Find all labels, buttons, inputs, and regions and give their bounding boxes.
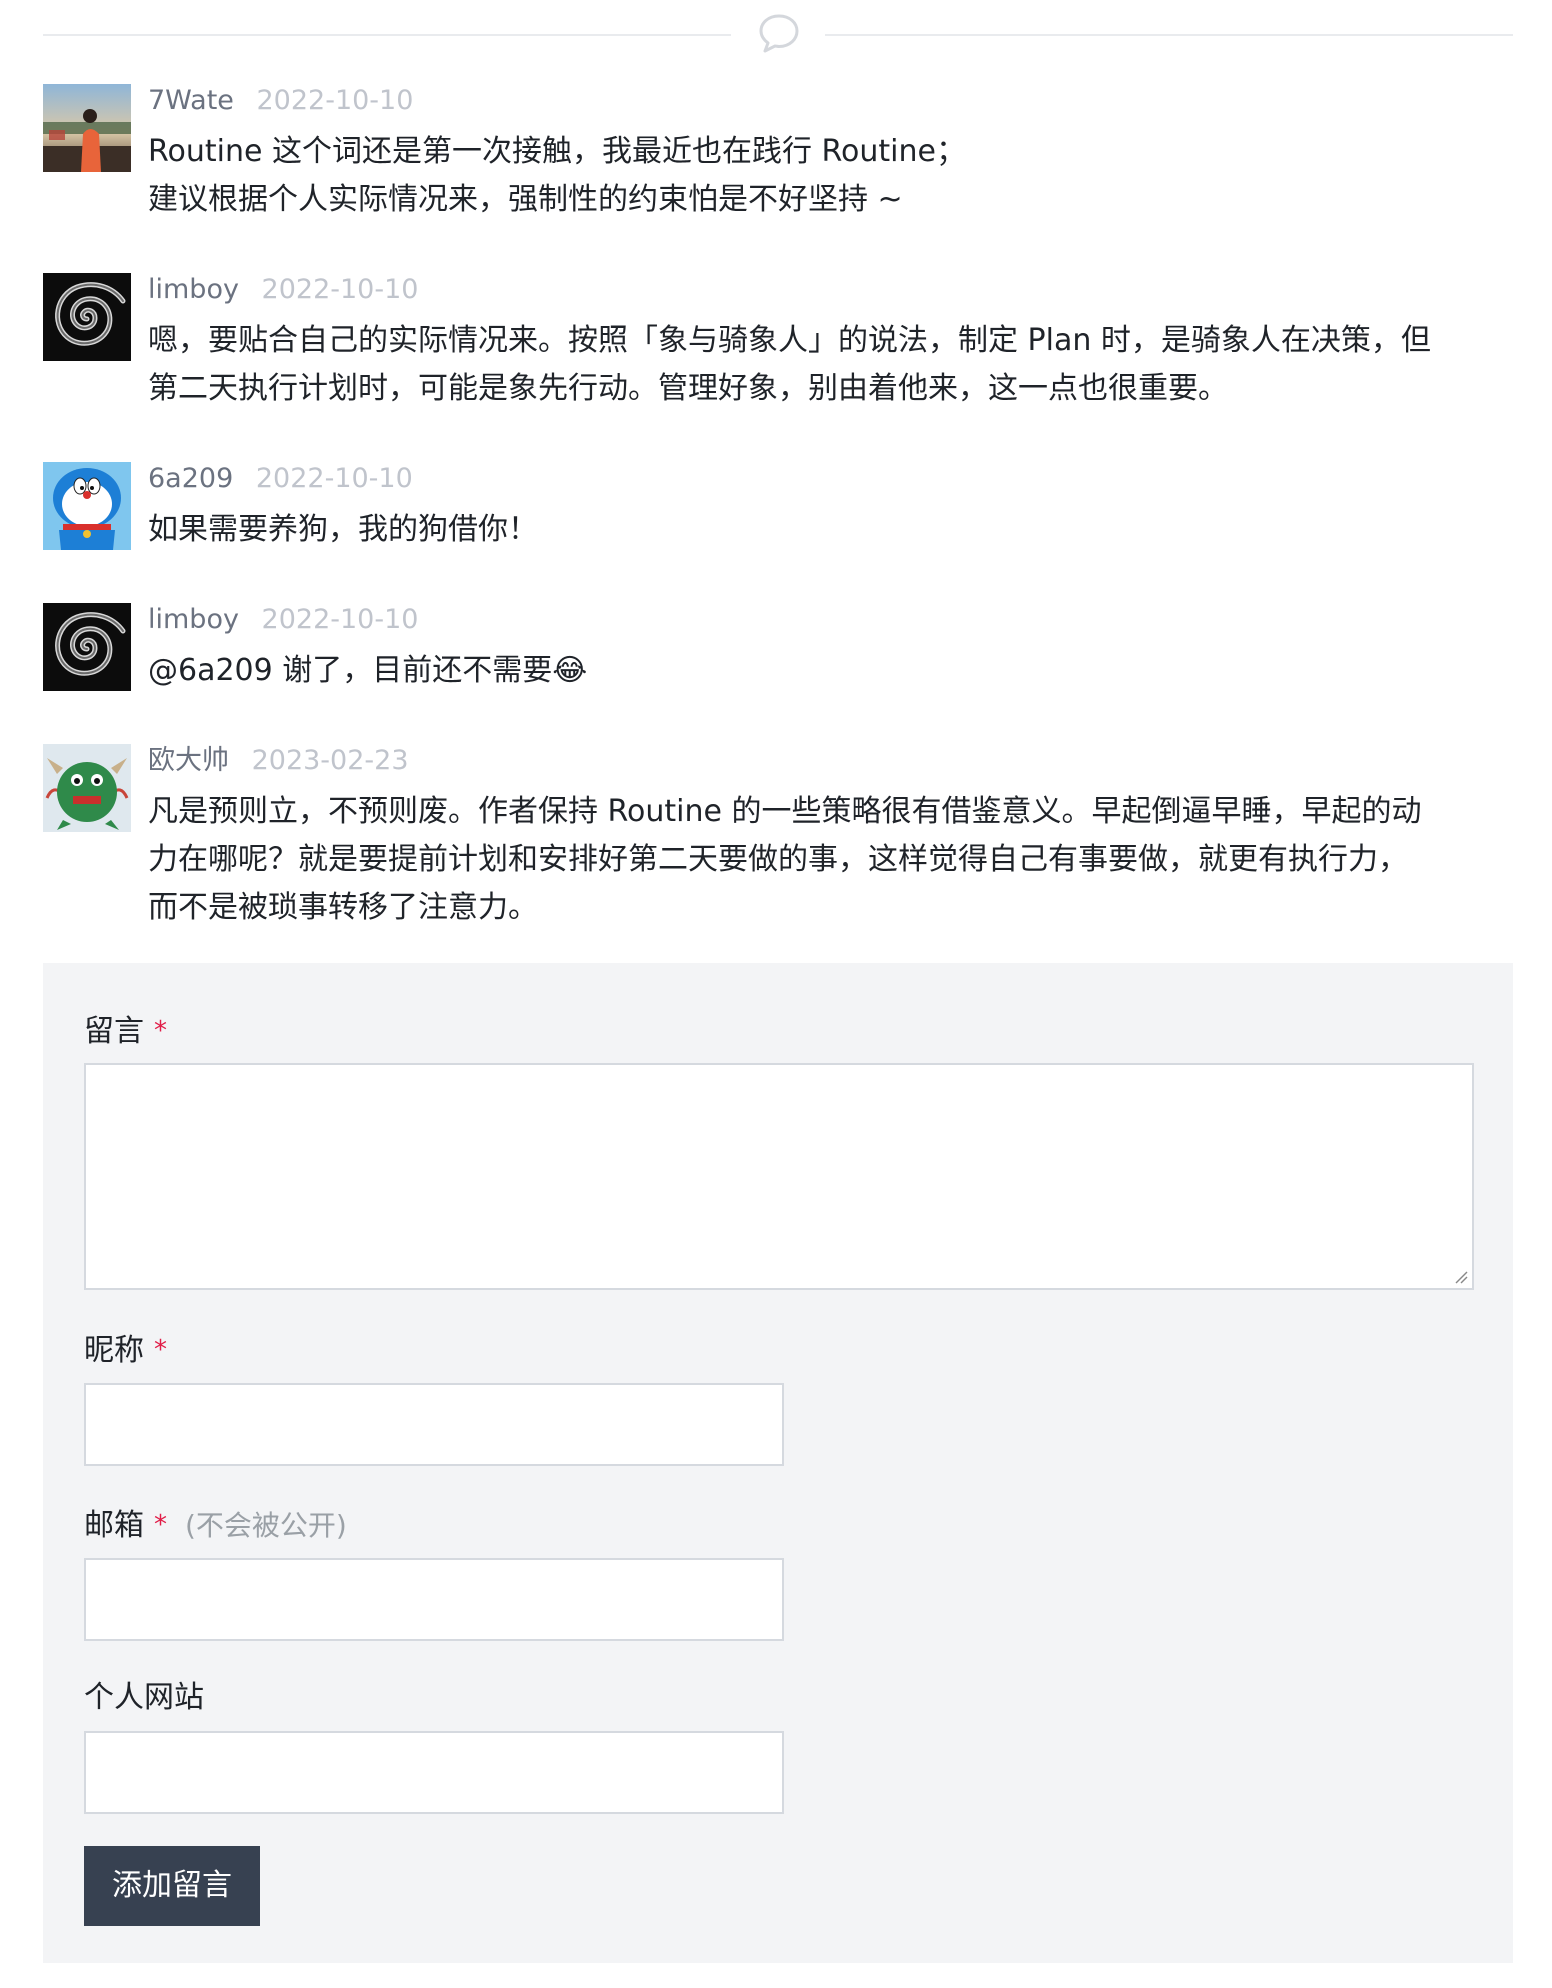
website-label-text: 个人网站 (84, 1680, 204, 1715)
comment-line: 而不是被琐事转移了注意力。 (148, 890, 538, 925)
divider-line-left (43, 34, 731, 36)
comment-body: @6a209 谢了，目前还不需要😂 (148, 647, 1513, 695)
comment-date: 2022-10-10 (261, 274, 419, 305)
nickname-label-text: 昵称 (84, 1333, 144, 1368)
comments-divider (43, 0, 1513, 70)
email-privacy-note: (不会被公开) (185, 1509, 347, 1542)
comment-date: 2022-10-10 (261, 604, 419, 635)
website-input[interactable] (84, 1731, 784, 1814)
comment-item: limboy 2022-10-10 @6a209 谢了，目前还不需要😂 (43, 603, 1513, 695)
comment-author[interactable]: limboy (148, 604, 239, 635)
comment-author[interactable]: 7Wate (148, 85, 234, 116)
comment-form: 留言 * 昵称 * 邮箱 * (不会被公开) 个人网站 添加留言 (43, 963, 1513, 1963)
comment-author[interactable]: limboy (148, 274, 239, 305)
comment-body: 凡是预则立，不预则废。作者保持 Routine 的一些策略很有借鉴意义。早起倒逼… (148, 788, 1513, 932)
comment-item: 欧大帅 2023-02-23 凡是预则立，不预则废。作者保持 Routine 的… (43, 744, 1513, 932)
required-mark: * (154, 1335, 167, 1365)
comment-author[interactable]: 欧大帅 (148, 745, 229, 776)
spiral-avatar-icon (43, 603, 131, 691)
message-label: 留言 * (84, 1011, 167, 1052)
avatar (43, 462, 131, 550)
comment-line: 力在哪呢？就是要提前计划和安排好第二天要做的事，这样觉得自己有事要做，就更有执行… (148, 842, 1408, 877)
avatar (43, 84, 131, 172)
comment-item: 7Wate 2022-10-10 Routine 这个词还是第一次接触，我最近也… (43, 84, 1513, 224)
comment-line: 第二天执行计划时，可能是象先行动。管理好象，别由着他来，这一点也很重要。 (148, 371, 1228, 406)
divider-line-right (825, 34, 1513, 36)
comment-item: limboy 2022-10-10 嗯，要贴合自己的实际情况来。按照「象与骑象人… (43, 273, 1513, 413)
comment-item: 6a209 2022-10-10 如果需要养狗，我的狗借你！ (43, 462, 1513, 554)
email-label-text: 邮箱 (84, 1508, 144, 1543)
resize-grip-icon[interactable] (1454, 1270, 1468, 1284)
avatar (43, 744, 131, 832)
nickname-label: 昵称 * (84, 1330, 167, 1371)
comment-body: Routine 这个词还是第一次接触，我最近也在践行 Routine； 建议根据… (148, 128, 1513, 224)
email-label: 邮箱 * (不会被公开) (84, 1505, 347, 1546)
comment-line: @6a209 谢了，目前还不需要😂 (148, 653, 588, 688)
comment-line: 如果需要养狗，我的狗借你！ (148, 512, 538, 547)
comment-line: Routine 这个词还是第一次接触，我最近也在践行 Routine； (148, 134, 966, 169)
comment-body: 如果需要养狗，我的狗借你！ (148, 506, 1513, 554)
monster-avatar-icon (43, 744, 131, 832)
add-comment-button[interactable]: 添加留言 (84, 1846, 260, 1926)
doraemon-avatar-icon (43, 462, 131, 550)
comment-bubble-icon (759, 14, 799, 53)
comment-line: 凡是预则立，不预则废。作者保持 Routine 的一些策略很有借鉴意义。早起倒逼… (148, 794, 1422, 829)
required-mark: * (154, 1510, 167, 1540)
comment-author[interactable]: 6a209 (148, 463, 233, 494)
comment-date: 2022-10-10 (256, 85, 414, 116)
email-input[interactable] (84, 1558, 784, 1641)
avatar (43, 603, 131, 691)
comment-list: 7Wate 2022-10-10 Routine 这个词还是第一次接触，我最近也… (43, 84, 1513, 981)
spiral-avatar-icon (43, 273, 131, 361)
avatar-photo-icon (43, 84, 131, 172)
comment-line: 嗯，要贴合自己的实际情况来。按照「象与骑象人」的说法，制定 Plan 时，是骑象… (148, 323, 1431, 358)
comment-line: 建议根据个人实际情况来，强制性的约束怕是不好坚持 ~ (148, 182, 903, 217)
message-label-text: 留言 (84, 1014, 144, 1049)
avatar (43, 273, 131, 361)
nickname-input[interactable] (84, 1383, 784, 1466)
message-textarea[interactable] (84, 1063, 1474, 1290)
comment-body: 嗯，要贴合自己的实际情况来。按照「象与骑象人」的说法，制定 Plan 时，是骑象… (148, 317, 1513, 413)
comment-date: 2022-10-10 (255, 463, 413, 494)
required-mark: * (154, 1016, 167, 1046)
website-label: 个人网站 (84, 1678, 204, 1718)
comment-date: 2023-02-23 (251, 745, 409, 776)
